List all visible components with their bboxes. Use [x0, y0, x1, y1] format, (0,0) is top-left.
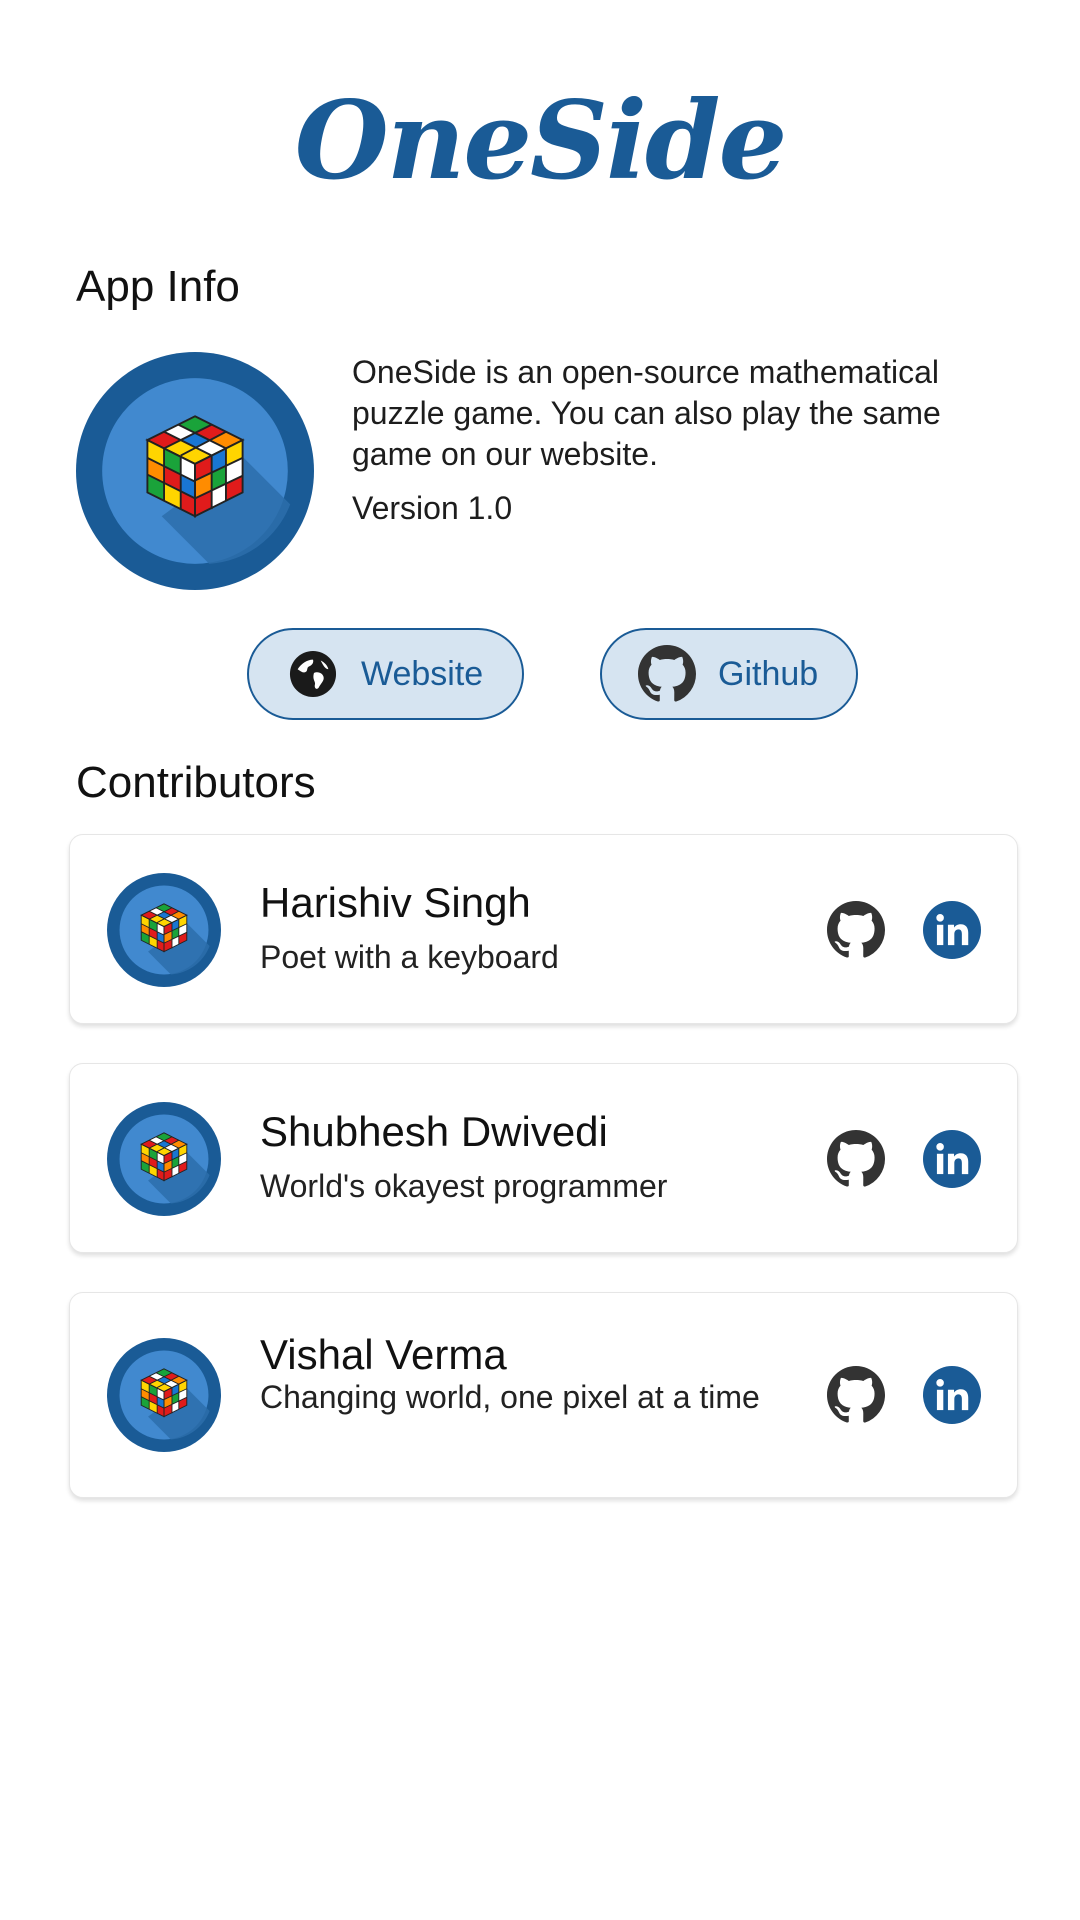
app-info-section: OneSide is an open-source mathematical p…: [76, 352, 1016, 592]
avatar: [107, 1338, 221, 1452]
app-info-heading: App Info: [76, 262, 240, 311]
github-icon: [638, 645, 696, 703]
contributor-card: Harishiv Singh Poet with a keyboard: [69, 834, 1018, 1024]
github-button-label: Github: [718, 654, 819, 693]
contributor-card: Vishal Verma Changing world, one pixel a…: [69, 1292, 1018, 1498]
linkedin-icon[interactable]: [923, 1130, 981, 1188]
contributor-name: Shubhesh Dwivedi: [260, 1108, 608, 1155]
contributors-heading: Contributors: [76, 758, 316, 807]
github-button[interactable]: Github: [600, 628, 858, 720]
contributor-tagline: Poet with a keyboard: [260, 939, 559, 975]
app-description: OneSide is an open-source mathematical p…: [352, 354, 941, 472]
contributor-name: Vishal Verma: [260, 1331, 507, 1378]
app-version: Version 1.0: [352, 490, 513, 526]
avatar: [107, 873, 221, 987]
app-title: OneSide: [294, 78, 788, 204]
github-icon[interactable]: [827, 1130, 885, 1188]
contributor-card: Shubhesh Dwivedi World's okayest program…: [69, 1063, 1018, 1253]
website-button[interactable]: Website: [247, 628, 524, 720]
rubiks-cube-logo-icon: [76, 352, 314, 590]
github-icon[interactable]: [827, 1366, 885, 1424]
globe-icon: [289, 650, 337, 698]
linkedin-icon[interactable]: [923, 901, 981, 959]
contributor-tagline: World's okayest programmer: [260, 1168, 668, 1204]
contributor-name: Harishiv Singh: [260, 879, 531, 926]
linkedin-icon[interactable]: [923, 1366, 981, 1424]
avatar: [107, 1102, 221, 1216]
website-button-label: Website: [361, 654, 484, 693]
github-icon[interactable]: [827, 901, 885, 959]
contributor-tagline: Changing world, one pixel at a time: [260, 1379, 760, 1415]
